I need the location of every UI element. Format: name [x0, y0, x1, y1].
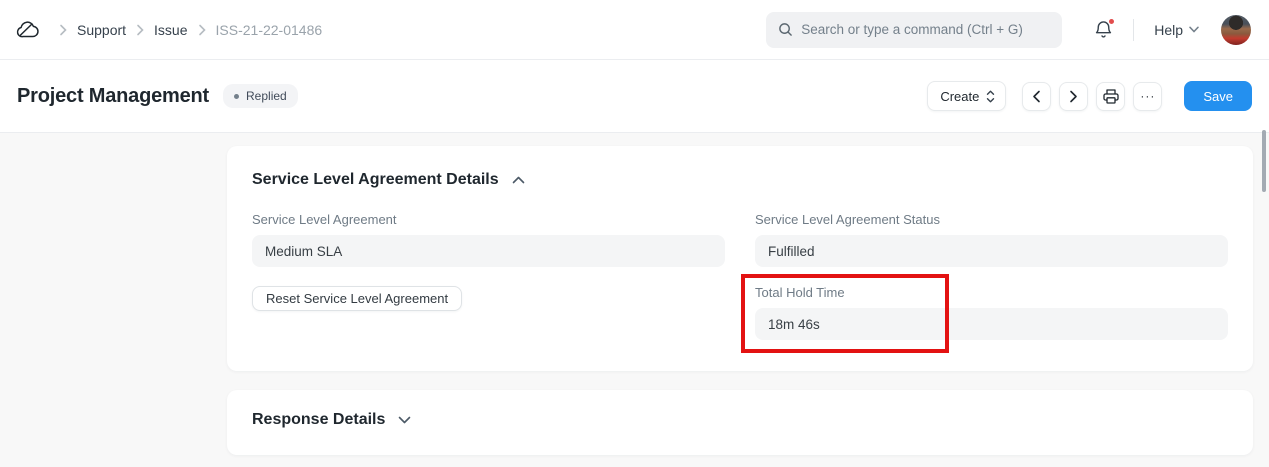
print-button[interactable]	[1096, 82, 1125, 111]
select-chevrons-icon	[986, 90, 995, 103]
response-section-title: Response Details	[252, 411, 385, 429]
printer-icon	[1103, 89, 1119, 104]
sla-status-field-input[interactable]: Fulfilled	[755, 235, 1228, 267]
status-badge-label: Replied	[246, 89, 287, 103]
top-navigation-bar: Support Issue ISS-21-22-01486 Search or …	[0, 0, 1269, 60]
notifications-bell-button[interactable]	[1094, 20, 1113, 40]
breadcrumb-separator-icon	[198, 24, 206, 36]
user-avatar[interactable]	[1221, 15, 1251, 45]
topbar-right-cluster: Search or type a command (Ctrl + G) Help	[766, 12, 1251, 48]
breadcrumb-item-issue-id[interactable]: ISS-21-22-01486	[216, 22, 323, 38]
document-toolbar: Create ··· Save	[927, 81, 1252, 111]
sla-field-input[interactable]: Medium SLA	[252, 235, 725, 267]
form-content-area: Service Level Agreement Details Service …	[0, 133, 1269, 467]
breadcrumb-item-issue[interactable]: Issue	[154, 22, 187, 38]
search-icon	[778, 22, 793, 37]
global-search-input[interactable]: Search or type a command (Ctrl + G)	[766, 12, 1062, 48]
search-placeholder: Search or type a command (Ctrl + G)	[801, 22, 1023, 37]
topbar-divider	[1133, 19, 1134, 41]
page-title: Project Management	[17, 85, 209, 108]
ellipsis-icon: ···	[1140, 90, 1155, 102]
notification-unread-dot	[1108, 18, 1115, 25]
breadcrumb-item-support[interactable]: Support	[77, 22, 126, 38]
sla-section-header: Service Level Agreement Details	[252, 171, 1228, 189]
sla-details-card: Service Level Agreement Details Service …	[227, 146, 1253, 371]
previous-document-button[interactable]	[1022, 82, 1051, 111]
help-menu-button[interactable]: Help	[1154, 22, 1199, 38]
chevron-right-icon	[1069, 90, 1078, 103]
response-section-header: Response Details	[252, 411, 1228, 429]
breadcrumb-separator-icon	[59, 24, 67, 36]
document-header: Project Management Replied Create ···	[0, 60, 1269, 133]
create-button-label: Create	[940, 89, 979, 104]
response-details-card: Response Details	[227, 390, 1253, 455]
chevron-left-icon	[1032, 90, 1041, 103]
sla-field-label: Service Level Agreement	[252, 212, 725, 227]
status-dot-icon	[234, 94, 239, 99]
frappe-cloud-logo[interactable]	[14, 17, 45, 42]
sla-section-title: Service Level Agreement Details	[252, 171, 499, 189]
create-button[interactable]: Create	[927, 81, 1006, 111]
breadcrumb: Support Issue ISS-21-22-01486	[14, 17, 322, 42]
field-total-hold-time: Total Hold Time 18m 46s	[755, 285, 1228, 340]
page-scrollbar-thumb[interactable]	[1262, 130, 1266, 192]
field-sla-status: Service Level Agreement Status Fulfilled	[755, 212, 1228, 267]
more-actions-button[interactable]: ···	[1133, 82, 1162, 111]
sla-fields-grid: Service Level Agreement Medium SLA Servi…	[252, 212, 1228, 340]
breadcrumb-separator-icon	[136, 24, 144, 36]
field-service-level-agreement: Service Level Agreement Medium SLA	[252, 212, 725, 267]
sla-collapse-toggle[interactable]	[510, 174, 527, 186]
reset-sla-cell: Reset Service Level Agreement	[252, 285, 725, 340]
hold-time-field-label: Total Hold Time	[755, 285, 1228, 300]
chevron-up-icon	[512, 176, 525, 184]
hold-time-field-input[interactable]: 18m 46s	[755, 308, 1228, 340]
cloud-logo-icon	[14, 17, 45, 42]
chevron-down-icon	[398, 416, 411, 424]
status-badge: Replied	[223, 84, 298, 108]
sla-status-field-label: Service Level Agreement Status	[755, 212, 1228, 227]
reset-sla-button[interactable]: Reset Service Level Agreement	[252, 286, 462, 311]
response-collapse-toggle[interactable]	[396, 414, 413, 426]
save-button[interactable]: Save	[1184, 81, 1252, 111]
help-label: Help	[1154, 22, 1183, 38]
chevron-down-icon	[1189, 26, 1199, 33]
next-document-button[interactable]	[1059, 82, 1088, 111]
